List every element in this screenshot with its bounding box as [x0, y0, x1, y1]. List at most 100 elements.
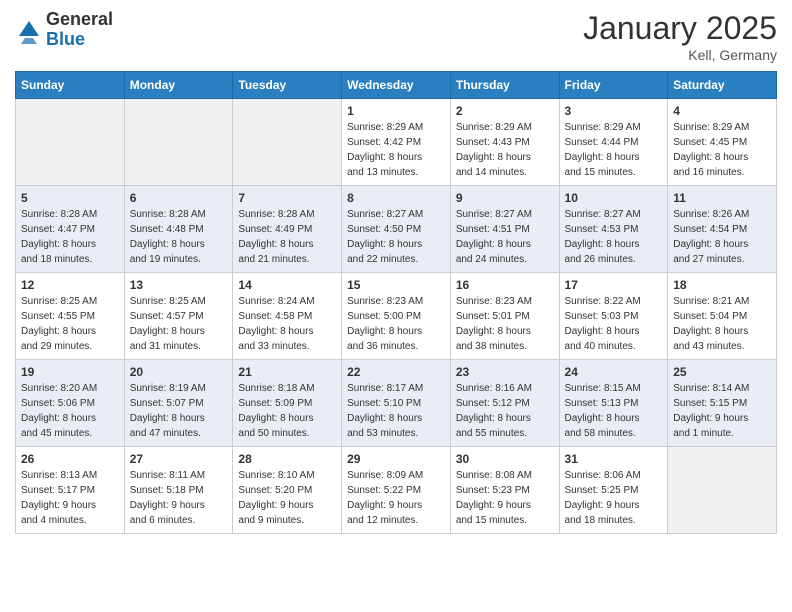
day-info: Sunrise: 8:25 AM Sunset: 4:57 PM Dayligh… — [130, 294, 228, 354]
calendar-cell: 31 Sunrise: 8:06 AM Sunset: 5:25 PM Dayli… — [559, 447, 668, 534]
calendar-week-row: 1 Sunrise: 8:29 AM Sunset: 4:42 PM Daylig… — [16, 99, 777, 186]
day-info: Sunrise: 8:29 AM Sunset: 4:44 PM Dayligh… — [565, 120, 663, 180]
day-info: Sunrise: 8:16 AM Sunset: 5:12 PM Dayligh… — [456, 381, 554, 441]
day-info: Sunrise: 8:27 AM Sunset: 4:51 PM Dayligh… — [456, 207, 554, 267]
col-header-tuesday: Tuesday — [233, 72, 342, 99]
day-number: 22 — [347, 365, 445, 379]
calendar-cell: 9 Sunrise: 8:27 AM Sunset: 4:51 PM Daylig… — [450, 186, 559, 273]
month-title: January 2025 — [583, 10, 777, 47]
day-info: Sunrise: 8:06 AM Sunset: 5:25 PM Dayligh… — [565, 468, 663, 528]
day-number: 7 — [238, 191, 336, 205]
day-number: 13 — [130, 278, 228, 292]
day-info: Sunrise: 8:13 AM Sunset: 5:17 PM Dayligh… — [21, 468, 119, 528]
logo-icon — [15, 16, 43, 44]
day-info: Sunrise: 8:27 AM Sunset: 4:50 PM Dayligh… — [347, 207, 445, 267]
day-info: Sunrise: 8:28 AM Sunset: 4:47 PM Dayligh… — [21, 207, 119, 267]
day-number: 24 — [565, 365, 663, 379]
calendar-cell: 19Sunrise: 8:20 AM Sunset: 5:06 PM Dayli… — [16, 360, 125, 447]
day-info: Sunrise: 8:09 AM Sunset: 5:22 PM Dayligh… — [347, 468, 445, 528]
title-block: January 2025 Kell, Germany — [583, 10, 777, 63]
calendar-cell — [233, 99, 342, 186]
day-number: 10 — [565, 191, 663, 205]
calendar-cell: 17Sunrise: 8:22 AM Sunset: 5:03 PM Dayli… — [559, 273, 668, 360]
col-header-monday: Monday — [124, 72, 233, 99]
day-info: Sunrise: 8:20 AM Sunset: 5:06 PM Dayligh… — [21, 381, 119, 441]
calendar-cell: 16 Sunrise: 8:23 AM Sunset: 5:01 PM Dayli… — [450, 273, 559, 360]
day-info: Sunrise: 8:18 AM Sunset: 5:09 PM Dayligh… — [238, 381, 336, 441]
header: General Blue January 2025 Kell, Germany — [15, 10, 777, 63]
calendar-cell — [124, 99, 233, 186]
day-number: 30 — [456, 452, 554, 466]
calendar-cell: 21 Sunrise: 8:18 AM Sunset: 5:09 PM Dayli… — [233, 360, 342, 447]
day-info: Sunrise: 8:29 AM Sunset: 4:45 PM Dayligh… — [673, 120, 771, 180]
day-number: 31 — [565, 452, 663, 466]
day-info: Sunrise: 8:29 AM Sunset: 4:42 PM Dayligh… — [347, 120, 445, 180]
day-info: Sunrise: 8:27 AM Sunset: 4:53 PM Dayligh… — [565, 207, 663, 267]
calendar-cell — [668, 447, 777, 534]
logo-text: General Blue — [46, 10, 113, 50]
day-info: Sunrise: 8:29 AM Sunset: 4:43 PM Dayligh… — [456, 120, 554, 180]
calendar-cell: 12 Sunrise: 8:25 AM Sunset: 4:55 PM Dayli… — [16, 273, 125, 360]
day-info: Sunrise: 8:24 AM Sunset: 4:58 PM Dayligh… — [238, 294, 336, 354]
calendar-cell: 1 Sunrise: 8:29 AM Sunset: 4:42 PM Daylig… — [342, 99, 451, 186]
calendar-cell: 13 Sunrise: 8:25 AM Sunset: 4:57 PM Dayli… — [124, 273, 233, 360]
calendar-cell: 6Sunrise: 8:28 AM Sunset: 4:48 PM Daylig… — [124, 186, 233, 273]
day-info: Sunrise: 8:28 AM Sunset: 4:49 PM Dayligh… — [238, 207, 336, 267]
day-number: 12 — [21, 278, 119, 292]
calendar-cell: 28Sunrise: 8:10 AM Sunset: 5:20 PM Dayli… — [233, 447, 342, 534]
day-number: 16 — [456, 278, 554, 292]
day-info: Sunrise: 8:25 AM Sunset: 4:55 PM Dayligh… — [21, 294, 119, 354]
day-info: Sunrise: 8:26 AM Sunset: 4:54 PM Dayligh… — [673, 207, 771, 267]
day-number: 4 — [673, 104, 771, 118]
day-info: Sunrise: 8:14 AM Sunset: 5:15 PM Dayligh… — [673, 381, 771, 441]
day-info: Sunrise: 8:28 AM Sunset: 4:48 PM Dayligh… — [130, 207, 228, 267]
day-number: 21 — [238, 365, 336, 379]
calendar-week-row: 19Sunrise: 8:20 AM Sunset: 5:06 PM Dayli… — [16, 360, 777, 447]
calendar-cell: 25 Sunrise: 8:14 AM Sunset: 5:15 PM Dayli… — [668, 360, 777, 447]
calendar-cell: 23Sunrise: 8:16 AM Sunset: 5:12 PM Dayli… — [450, 360, 559, 447]
day-info: Sunrise: 8:23 AM Sunset: 5:01 PM Dayligh… — [456, 294, 554, 354]
day-number: 11 — [673, 191, 771, 205]
day-info: Sunrise: 8:19 AM Sunset: 5:07 PM Dayligh… — [130, 381, 228, 441]
day-info: Sunrise: 8:11 AM Sunset: 5:18 PM Dayligh… — [130, 468, 228, 528]
day-info: Sunrise: 8:10 AM Sunset: 5:20 PM Dayligh… — [238, 468, 336, 528]
day-number: 14 — [238, 278, 336, 292]
day-number: 2 — [456, 104, 554, 118]
calendar-cell: 15Sunrise: 8:23 AM Sunset: 5:00 PM Dayli… — [342, 273, 451, 360]
col-header-saturday: Saturday — [668, 72, 777, 99]
day-number: 9 — [456, 191, 554, 205]
logo-blue: Blue — [46, 30, 113, 50]
calendar-cell: 3Sunrise: 8:29 AM Sunset: 4:44 PM Daylig… — [559, 99, 668, 186]
calendar-table: SundayMondayTuesdayWednesdayThursdayFrid… — [15, 71, 777, 534]
calendar-week-row: 26 Sunrise: 8:13 AM Sunset: 5:17 PM Dayli… — [16, 447, 777, 534]
calendar-cell: 30 Sunrise: 8:08 AM Sunset: 5:23 PM Dayli… — [450, 447, 559, 534]
calendar-cell — [16, 99, 125, 186]
day-number: 1 — [347, 104, 445, 118]
logo-general: General — [46, 10, 113, 30]
day-number: 20 — [130, 365, 228, 379]
day-number: 25 — [673, 365, 771, 379]
calendar-cell: 26 Sunrise: 8:13 AM Sunset: 5:17 PM Dayli… — [16, 447, 125, 534]
calendar-week-row: 12 Sunrise: 8:25 AM Sunset: 4:55 PM Dayli… — [16, 273, 777, 360]
calendar-cell: 29Sunrise: 8:09 AM Sunset: 5:22 PM Dayli… — [342, 447, 451, 534]
calendar-cell: 14 Sunrise: 8:24 AM Sunset: 4:58 PM Dayli… — [233, 273, 342, 360]
header-row: SundayMondayTuesdayWednesdayThursdayFrid… — [16, 72, 777, 99]
col-header-friday: Friday — [559, 72, 668, 99]
day-number: 15 — [347, 278, 445, 292]
day-number: 26 — [21, 452, 119, 466]
calendar-cell: 5Sunrise: 8:28 AM Sunset: 4:47 PM Daylig… — [16, 186, 125, 273]
calendar-cell: 2 Sunrise: 8:29 AM Sunset: 4:43 PM Daylig… — [450, 99, 559, 186]
calendar-cell: 22 Sunrise: 8:17 AM Sunset: 5:10 PM Dayli… — [342, 360, 451, 447]
day-number: 18 — [673, 278, 771, 292]
calendar-cell: 11 Sunrise: 8:26 AM Sunset: 4:54 PM Dayli… — [668, 186, 777, 273]
col-header-wednesday: Wednesday — [342, 72, 451, 99]
calendar-cell: 18Sunrise: 8:21 AM Sunset: 5:04 PM Dayli… — [668, 273, 777, 360]
calendar-cell: 4 Sunrise: 8:29 AM Sunset: 4:45 PM Daylig… — [668, 99, 777, 186]
day-number: 27 — [130, 452, 228, 466]
day-info: Sunrise: 8:08 AM Sunset: 5:23 PM Dayligh… — [456, 468, 554, 528]
day-info: Sunrise: 8:17 AM Sunset: 5:10 PM Dayligh… — [347, 381, 445, 441]
calendar-cell: 27 Sunrise: 8:11 AM Sunset: 5:18 PM Dayli… — [124, 447, 233, 534]
calendar-cell: 8Sunrise: 8:27 AM Sunset: 4:50 PM Daylig… — [342, 186, 451, 273]
calendar-cell: 7 Sunrise: 8:28 AM Sunset: 4:49 PM Daylig… — [233, 186, 342, 273]
day-info: Sunrise: 8:15 AM Sunset: 5:13 PM Dayligh… — [565, 381, 663, 441]
